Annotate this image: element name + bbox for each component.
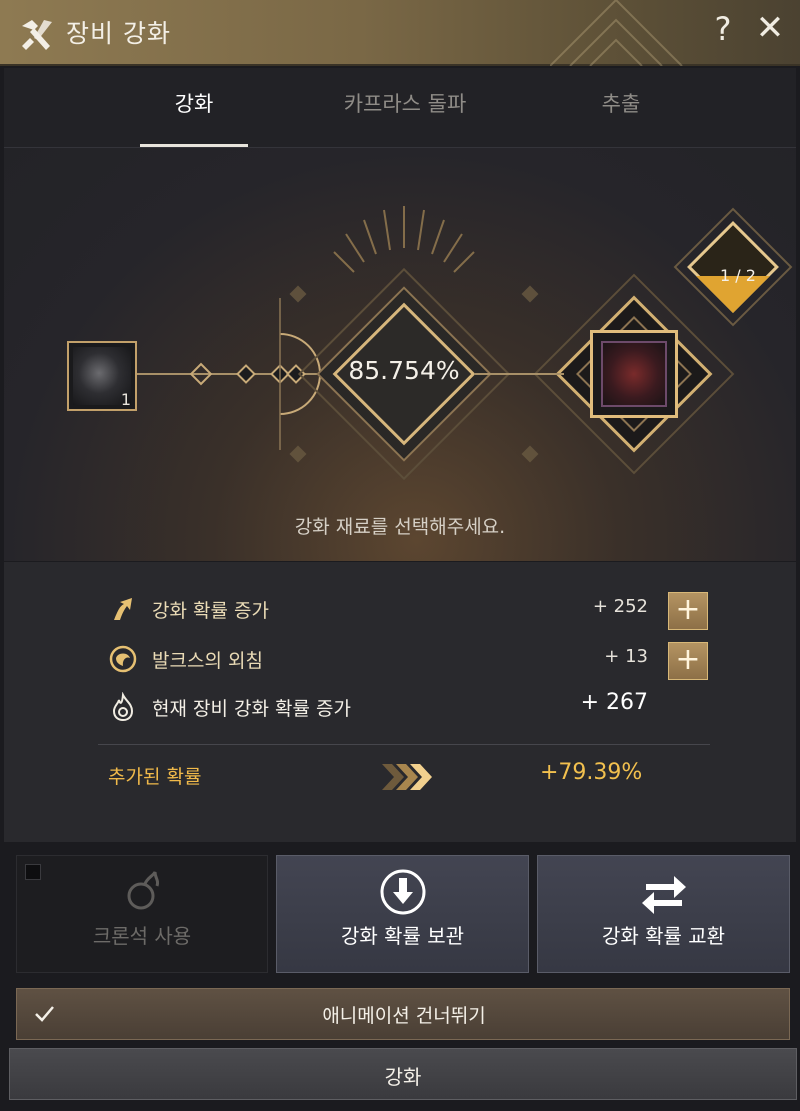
chevrons-icon [382,764,432,790]
info-value: + 13 [604,646,648,667]
cron-stone-icon [127,871,160,910]
tab-caphras-breakthrough[interactable]: 카프라스 돌파 [318,88,492,118]
info-value: + 252 [592,596,648,617]
cron-label: 크론석 사용 [92,924,192,948]
flame-icon [112,692,134,722]
success-rate: 85.754% [348,356,460,385]
info-row: 발크스의 외침 + 13 + [108,642,708,680]
arrow-up-icon [114,598,132,620]
info-value: + 267 [580,690,648,715]
added-probability-label: 추가된 확률 [108,766,202,788]
store-probability-button[interactable]: 강화 확률 보관 [276,855,529,973]
info-row: 강화 확률 증가 + 252 + [108,592,708,630]
skip-animation-toggle[interactable]: 애니메이션 건너뛰기 [16,988,790,1040]
tab-extract[interactable]: 추출 [576,88,666,118]
add-button[interactable]: + [668,592,708,630]
tab-bar: 강화 카프라스 돌파 추출 [4,68,796,148]
added-probability-value: +79.39% [540,760,643,785]
equipment-slot[interactable] [590,330,678,418]
enhance-button[interactable]: 강화 [9,1048,797,1100]
enhance-step: 1 / 2 [720,266,756,285]
active-tab-indicator [140,144,248,147]
title-decoration [550,0,683,66]
info-row: 현재 장비 강화 확률 증가 + 267 [108,690,708,726]
tab-enhance[interactable]: 강화 [140,88,248,118]
add-button[interactable]: + [668,642,708,680]
exchange-probability-button[interactable]: 강화 확률 교환 [537,855,790,973]
info-label: 강화 확률 증가 [152,600,269,622]
enhance-stage: 1 85.754% 1 / 2 강화 재료를 선택해주세요. [4,148,796,561]
info-label: 발크스의 외침 [152,650,263,672]
help-icon[interactable]: ? [708,10,738,48]
material-count: 1 [120,390,131,409]
material-hint: 강화 재료를 선택해주세요. [294,516,506,538]
close-icon[interactable]: ✕ [752,8,788,48]
exchange-label: 강화 확률 교환 [601,924,726,948]
enhance-label: 강화 [384,1065,422,1089]
swap-arrows-icon [642,876,686,914]
title-bar: 장비 강화 ? ✕ [0,0,800,66]
hammer-icon [22,20,52,50]
cron-checkbox[interactable] [25,864,41,880]
window-title: 장비 강화 [66,19,171,48]
arrow-down-circle-icon [380,869,426,915]
use-cron-stone-button[interactable]: 크론석 사용 [16,855,268,973]
skip-animation-label: 애니메이션 건너뛰기 [322,1005,486,1027]
info-label: 현재 장비 강화 확률 증가 [152,698,351,720]
valks-icon [109,645,137,673]
material-slot[interactable]: 1 [67,341,137,411]
store-label: 강화 확률 보관 [340,924,465,948]
gauntlet-icon [601,341,667,407]
probability-panel: 강화 확률 증가 + 252 + 발크스의 외침 + 13 + 현재 장비 강화… [4,562,796,842]
divider [98,744,710,745]
